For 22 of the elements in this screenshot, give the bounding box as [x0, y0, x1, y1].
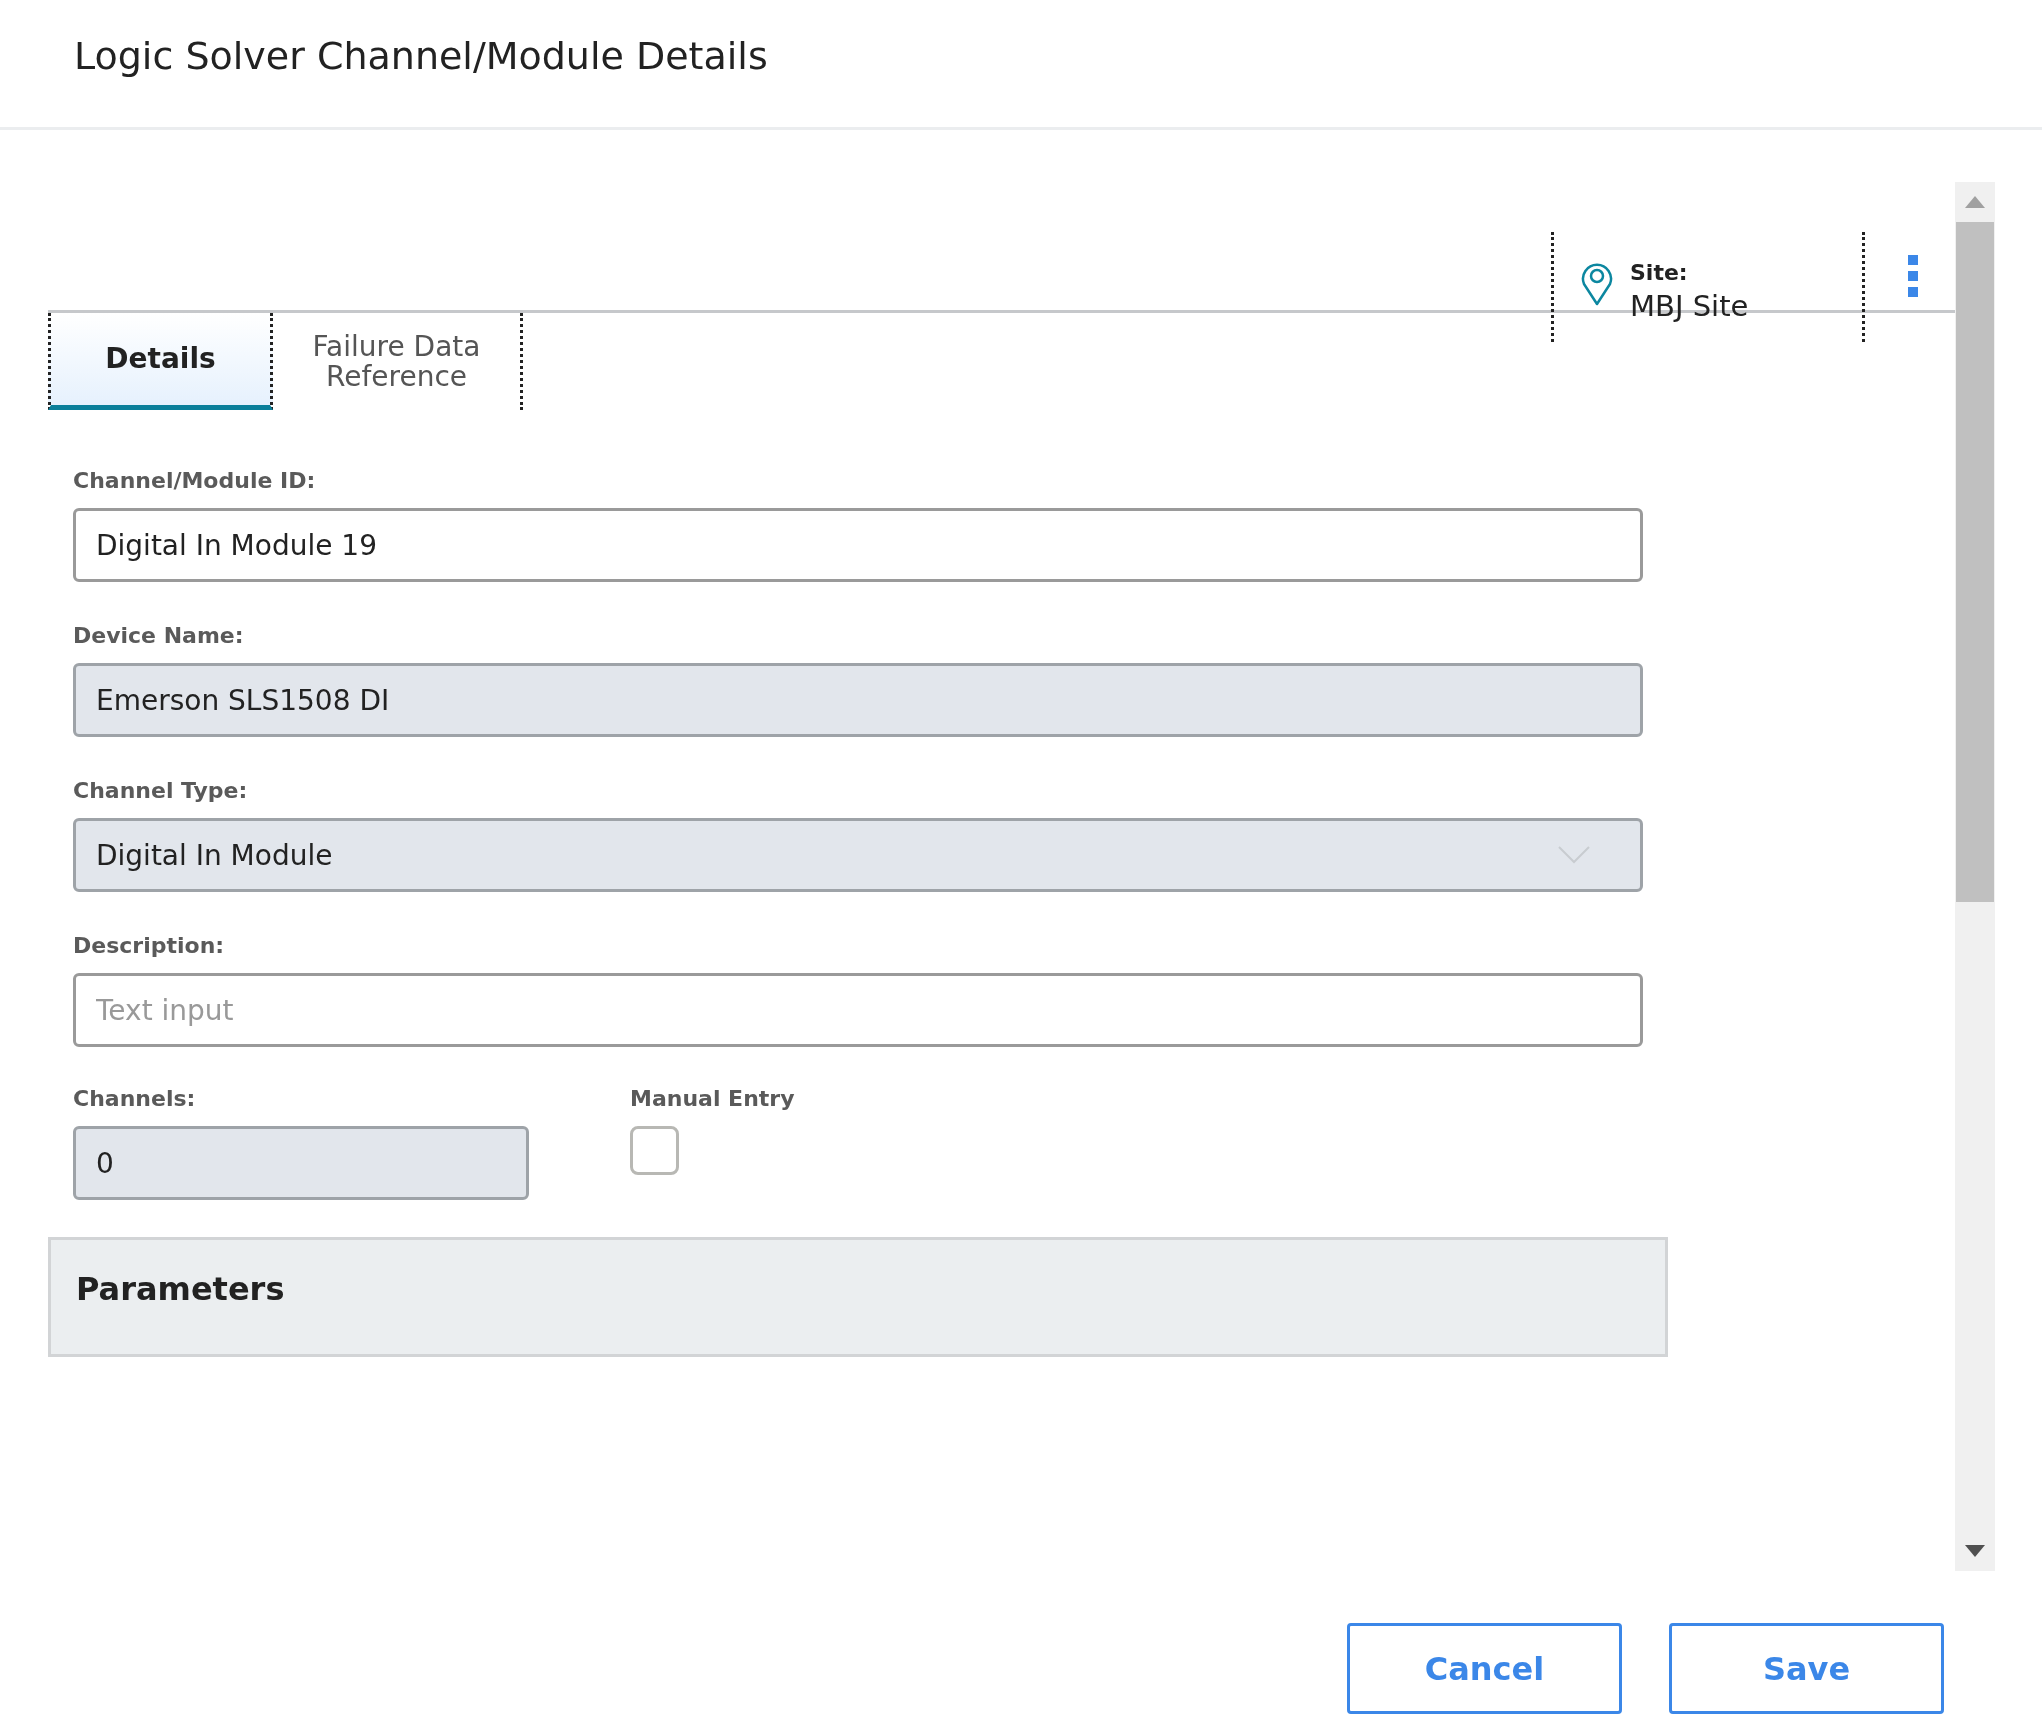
scroll-up-icon[interactable] [1965, 196, 1985, 208]
scrollbar-thumb[interactable] [1956, 222, 1994, 902]
field-label: Device Name: [73, 623, 245, 649]
scrollbar[interactable] [1955, 182, 1995, 1571]
field-label: Channel/Module ID: [73, 468, 317, 494]
field-label: Description: [73, 933, 226, 959]
footer-button[interactable]: Cancel [1347, 1623, 1622, 1714]
dialog-title: Logic Solver Channel/Module Details [74, 33, 768, 78]
more-options-button[interactable] [1908, 255, 1918, 297]
section-title: Parameters [76, 1270, 286, 1308]
input-field[interactable]: Text input [73, 973, 1643, 1047]
tab[interactable]: Details [48, 313, 273, 410]
field-label: Channels: [73, 1086, 197, 1112]
footer-button[interactable]: Save [1669, 1623, 1944, 1714]
site-value: MBJ Site [1630, 289, 1749, 323]
scroll-down-icon[interactable] [1965, 1545, 1985, 1557]
field-label: Manual Entry [630, 1086, 795, 1112]
chevron-down-icon [1558, 846, 1590, 864]
field-label: Channel Type: [73, 778, 249, 804]
manual-entry-checkbox[interactable] [630, 1126, 679, 1175]
input-field[interactable]: Digital In Module 19 [73, 508, 1643, 582]
site-label: Site: [1630, 260, 1689, 285]
